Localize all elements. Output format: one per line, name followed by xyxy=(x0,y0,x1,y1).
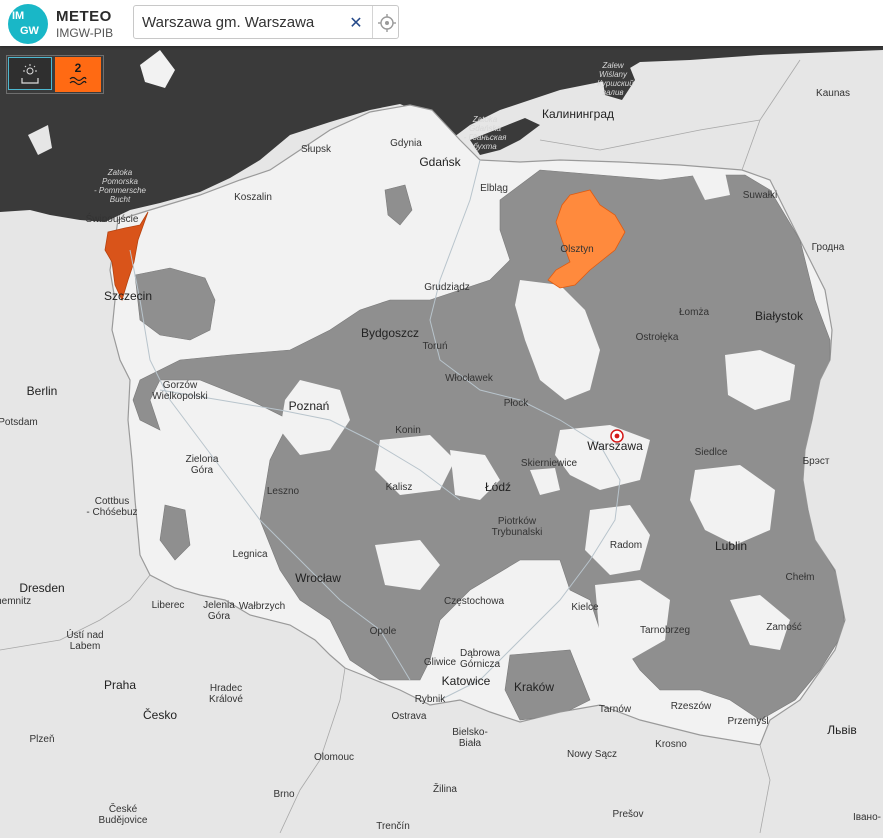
target-icon[interactable] xyxy=(377,13,397,33)
place-label: Szczecin xyxy=(104,289,152,303)
place-label: Przemyśl xyxy=(727,716,768,727)
place-label: Kraków xyxy=(514,680,554,694)
place-label: Prešov xyxy=(612,809,643,820)
close-icon[interactable]: ✕ xyxy=(346,13,366,33)
place-label: Nowy Sącz xyxy=(567,749,617,760)
top-bar: IM GW METEO IMGW-PIB ✕ xyxy=(0,0,883,46)
place-label: Białystok xyxy=(755,309,804,323)
place-label: Włocławek xyxy=(445,373,494,384)
location-search: ✕ xyxy=(133,5,399,39)
warning-level-badge: 2 xyxy=(74,61,82,75)
water-waves-icon xyxy=(69,76,87,86)
place-label: Opole xyxy=(370,626,397,637)
brand-subtitle: IMGW-PIB xyxy=(56,26,114,40)
place-label: Гродна xyxy=(812,242,845,253)
place-label: Potsdam xyxy=(0,417,38,428)
place-label: Świnoujście xyxy=(86,212,139,225)
meteo-warnings-button[interactable] xyxy=(8,57,52,90)
place-label: Berlin xyxy=(27,384,58,398)
place-label: Ostrołęka xyxy=(636,332,679,343)
place-label: Poznań xyxy=(289,399,330,413)
place-label: Płock xyxy=(504,398,529,409)
place-label: Siedlce xyxy=(695,447,728,458)
place-label: Koszalin xyxy=(234,192,272,203)
place-label: Gliwice xyxy=(424,657,457,668)
place-label: Olsztyn xyxy=(560,244,593,255)
place-label: Kaunas xyxy=(816,88,850,99)
place-label: Zamość xyxy=(766,622,802,633)
search-input[interactable] xyxy=(142,11,342,33)
place-label: Івано- xyxy=(853,812,881,823)
place-label: Dresden xyxy=(19,581,64,595)
place-label: Tarnobrzeg xyxy=(640,625,690,636)
place-label: Tarnów xyxy=(599,704,632,715)
place-label: Rzeszów xyxy=(671,701,712,712)
place-label: Elbląg xyxy=(480,183,508,194)
place-label: Praha xyxy=(104,678,136,692)
place-label: Chemnitz xyxy=(0,596,31,607)
place-label: Częstochowa xyxy=(444,596,504,607)
place-label: Łomża xyxy=(679,307,709,318)
place-label: Legnica xyxy=(232,549,267,560)
place-label: Dąbrowa Górnicza xyxy=(460,648,500,670)
place-label: Skierniewice xyxy=(521,458,578,469)
place-label: Krosno xyxy=(655,739,687,750)
divider xyxy=(372,6,373,38)
place-label: Leszno xyxy=(267,486,300,497)
place-label: Chełm xyxy=(786,572,815,583)
place-label: Gdańsk xyxy=(419,155,461,169)
place-label: Toruń xyxy=(422,341,447,352)
place-label: Liberec xyxy=(152,600,185,611)
place-label: Wrocław xyxy=(295,571,341,585)
place-label: Žilina xyxy=(433,782,457,795)
place-label: Wałbrzych xyxy=(239,601,285,612)
place-label: Lublin xyxy=(715,539,747,553)
place-label: Rybnik xyxy=(415,694,447,705)
logo-text: GW xyxy=(20,25,39,37)
place-label: Konin xyxy=(395,425,421,436)
brand: METEO IMGW-PIB xyxy=(56,8,113,40)
place-label: Львів xyxy=(827,723,857,737)
warning-layer-panel: 2 xyxy=(6,55,104,94)
place-label: Hradec Králové xyxy=(209,683,243,705)
place-label: Брэст xyxy=(803,456,830,467)
place-label: Trenčín xyxy=(376,821,410,832)
place-label: Ostrava xyxy=(391,711,426,722)
place-label: Katowice xyxy=(442,674,491,688)
sun-over-land-icon xyxy=(21,64,39,84)
logo-text: IM xyxy=(12,10,25,22)
place-label: Česko xyxy=(143,707,177,722)
place-label: Olomouc xyxy=(314,752,354,763)
warning-map[interactable]: Zatoka Pomorska - Pommersche Bucht Zatoka Gd… xyxy=(0,0,883,834)
place-label: Bydgoszcz xyxy=(361,326,419,340)
place-label: Brno xyxy=(273,789,295,800)
place-label: Gdynia xyxy=(390,138,422,149)
place-label: Łódź xyxy=(485,480,511,494)
place-label: Suwałki xyxy=(743,190,777,201)
brand-title: METEO xyxy=(56,8,112,25)
place-label: Ústí nad Labem xyxy=(66,628,103,652)
place-label: Piotrków Trybunalski xyxy=(492,516,543,538)
place-label: Калининград xyxy=(542,107,614,121)
place-label: Kalisz xyxy=(386,482,413,493)
place-label: Kielce xyxy=(571,602,599,613)
place-label: Plzeň xyxy=(29,734,54,745)
hydro-warnings-button[interactable]: 2 xyxy=(55,57,101,92)
place-label: Radom xyxy=(610,540,642,551)
place-label: Warszawa xyxy=(587,439,643,453)
imgw-logo[interactable]: IM GW xyxy=(8,4,48,44)
place-label: Słupsk xyxy=(301,144,332,155)
place-label: Grudziądz xyxy=(424,282,470,293)
